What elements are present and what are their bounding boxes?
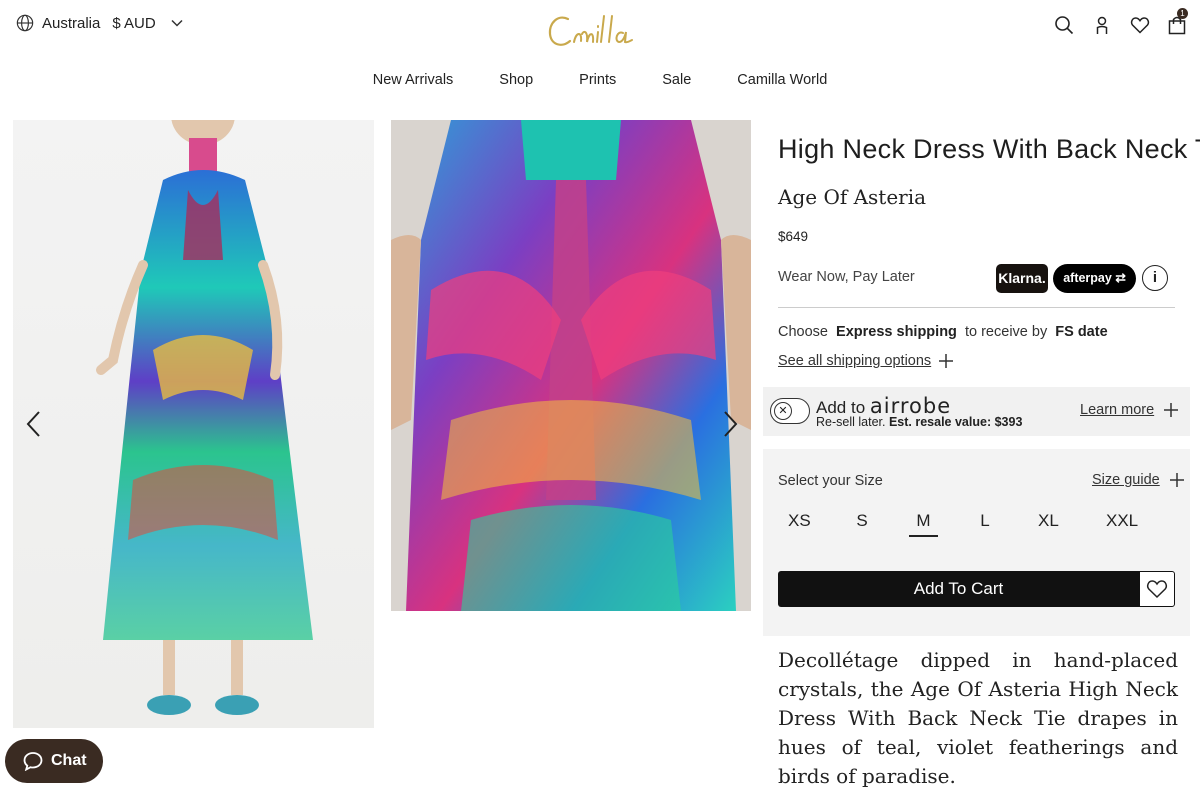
product-price: $649 — [778, 229, 809, 244]
account-icon[interactable] — [1092, 15, 1112, 35]
size-option-xxl[interactable]: XXL — [1106, 509, 1138, 537]
express-shipping-text: Express shipping — [836, 324, 957, 340]
size-guide-link[interactable]: Size guide — [1092, 472, 1184, 488]
top-bar: Australia $ AUD 1 — [0, 0, 1200, 52]
locale-selector[interactable]: Australia $ AUD — [16, 14, 184, 32]
plus-icon — [939, 354, 954, 368]
country-label: Australia — [42, 14, 101, 32]
main-navigation: New Arrivals Shop Prints Sale Camilla Wo… — [0, 72, 1200, 88]
size-selection-panel: Select your Size Size guide XS S M L XL … — [763, 449, 1190, 636]
info-icon[interactable]: i — [1142, 265, 1168, 291]
plus-icon — [1164, 403, 1179, 417]
wishlist-heart-icon[interactable] — [1130, 15, 1150, 35]
currency-label: $ AUD — [112, 14, 156, 32]
globe-icon — [16, 14, 34, 32]
heart-icon — [1147, 580, 1167, 599]
airrobe-resale-value: Est. resale value: $393 — [888, 415, 1023, 429]
size-guide-label: Size guide — [1092, 472, 1160, 488]
cart-button[interactable]: 1 — [1168, 8, 1188, 35]
chat-button[interactable]: Chat — [5, 739, 103, 783]
size-option-s[interactable]: S — [856, 509, 868, 537]
chevron-down-icon — [171, 19, 183, 27]
nav-item-shop[interactable]: Shop — [499, 72, 533, 88]
shipping-estimate: Choose Express shipping to receive by FS… — [778, 324, 1108, 340]
select-size-label: Select your Size — [778, 473, 883, 489]
close-icon: ✕ — [774, 402, 792, 420]
see-all-shipping-toggle[interactable]: See all shipping options — [778, 353, 954, 369]
product-title: High Neck Dress With Back Neck Tie — [778, 134, 1200, 164]
nav-item-sale[interactable]: Sale — [662, 72, 691, 88]
shipping-receive-text: to receive by — [964, 324, 1048, 340]
klarna-badge[interactable]: Klarna. — [996, 264, 1048, 293]
gallery-prev-arrow-icon[interactable] — [24, 410, 44, 438]
airrobe-toggle[interactable]: ✕ — [770, 398, 810, 424]
airrobe-resell-text: Re-sell later. — [816, 415, 886, 429]
shipping-choose-text: Choose — [778, 324, 828, 340]
product-description: Decollétage dipped in hand-placed crysta… — [778, 648, 1178, 788]
airrobe-learn-more-link[interactable]: Learn more — [1080, 402, 1179, 418]
add-to-cart-button[interactable]: Add To Cart — [778, 571, 1139, 607]
camilla-logo[interactable] — [546, 10, 650, 54]
shipping-date: FS date — [1055, 324, 1108, 340]
divider — [778, 307, 1175, 308]
size-option-l[interactable]: L — [979, 509, 991, 537]
cart-count-badge: 1 — [1177, 8, 1188, 19]
pay-later-label: Wear Now, Pay Later — [778, 269, 915, 285]
add-to-wishlist-button[interactable] — [1139, 571, 1175, 607]
product-image-back[interactable] — [391, 120, 751, 611]
size-option-xl[interactable]: XL — [1038, 509, 1059, 537]
dress-back-illustration — [391, 120, 751, 611]
chat-label: Chat — [51, 752, 87, 769]
size-option-xs[interactable]: XS — [788, 509, 811, 537]
gallery-next-arrow-icon[interactable] — [720, 410, 740, 438]
afterpay-label: afterpay — [1063, 271, 1112, 285]
nav-item-new-arrivals[interactable]: New Arrivals — [373, 72, 454, 88]
size-option-m[interactable]: M — [909, 509, 938, 537]
airrobe-panel: ✕ Add to airrobe Re-sell later. Est. res… — [763, 387, 1190, 436]
size-options: XS S M L XL XXL — [778, 509, 1188, 539]
chat-bubble-icon — [23, 752, 43, 771]
airrobe-resale: Re-sell later. Est. resale value: $393 — [816, 415, 1022, 429]
plus-icon — [1169, 473, 1184, 487]
dress-front-illustration — [96, 120, 313, 715]
header-icons: 1 — [1054, 8, 1188, 35]
search-icon[interactable] — [1054, 15, 1074, 35]
nav-item-prints[interactable]: Prints — [579, 72, 616, 88]
collection-name[interactable]: Age Of Asteria — [778, 185, 926, 209]
learn-more-label: Learn more — [1080, 402, 1155, 418]
see-all-shipping-label: See all shipping options — [778, 353, 932, 369]
afterpay-badge[interactable]: afterpay ⇄ — [1053, 264, 1136, 293]
product-image-front[interactable] — [13, 120, 374, 728]
nav-item-camilla-world[interactable]: Camilla World — [737, 72, 827, 88]
